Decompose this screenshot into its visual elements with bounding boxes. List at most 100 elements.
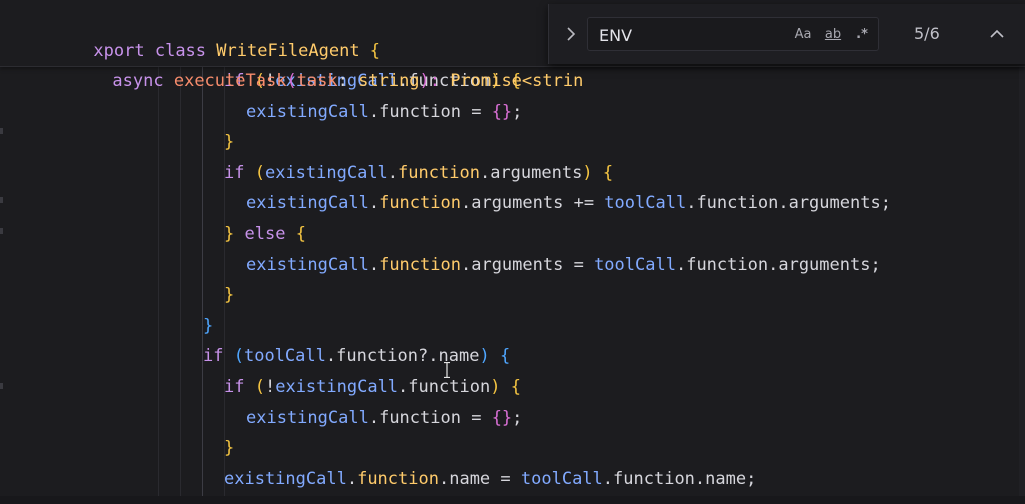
code-line[interactable]: existingCall.function.arguments = toolCa… (246, 250, 881, 281)
code-token: function (379, 193, 461, 214)
code-line[interactable]: existingCall.function = {}; (246, 97, 522, 128)
code-token: . (602, 468, 614, 489)
code-token: . (368, 193, 380, 214)
gutter-marker (0, 197, 3, 203)
sticky-line-class[interactable]: xport class WriteFileAgent { (32, 6, 380, 61)
code-token: { (499, 346, 511, 367)
code-token: existingCall (264, 162, 388, 183)
code-token: = (460, 101, 492, 122)
code-token: { (510, 377, 521, 397)
code-token: ) (582, 162, 593, 183)
code-token: . (387, 162, 399, 183)
sticky-line-method[interactable]: async executeTask(task: string): Promise… (51, 36, 583, 91)
code-line[interactable]: if (!existingCall.function) { (224, 372, 521, 403)
code-token: arguments (490, 162, 583, 183)
match-case-button[interactable]: Aa (793, 26, 813, 44)
code-line[interactable]: } else { (224, 219, 306, 250)
code-token: . (398, 377, 409, 397)
code-token: } (224, 285, 235, 306)
code-lines[interactable]: if (!existingCall.function) {existingCal… (0, 66, 1025, 504)
text-cursor-icon (444, 362, 450, 378)
code-token: ) (479, 346, 490, 367)
code-token: . (686, 193, 697, 214)
code-line[interactable]: existingCall.function.arguments += toolC… (246, 188, 891, 219)
code-token: function (379, 101, 461, 122)
whole-word-button[interactable]: ab (823, 26, 843, 44)
code-token: ; (870, 254, 881, 275)
code-token: . (438, 468, 450, 489)
code-token: } (224, 438, 235, 459)
code-token: = (490, 468, 521, 489)
code-token: . (778, 193, 789, 214)
code-token: toolCall (243, 346, 326, 367)
code-line[interactable]: } (224, 280, 234, 311)
code-line[interactable]: } (203, 311, 213, 342)
code-token: if (224, 377, 255, 397)
code-token: arguments (788, 193, 881, 214)
code-token: function (408, 377, 491, 397)
chevron-right-icon[interactable] (559, 22, 583, 46)
code-token: name (705, 468, 747, 489)
code-token: existingCall (246, 101, 369, 122)
code-line[interactable]: } (224, 127, 234, 158)
horizontal-scrollbar[interactable] (0, 496, 1025, 504)
code-token: toolCall (594, 254, 676, 275)
code-token: . (479, 162, 491, 183)
code-token: name (449, 468, 491, 489)
code-token: function (357, 468, 439, 489)
code-token: { (602, 162, 614, 183)
match-count: 5/6 (914, 24, 940, 43)
code-token: } (224, 224, 235, 244)
code-token: else (244, 224, 286, 244)
code-token: ; (512, 407, 523, 428)
code-token: ?. (418, 346, 439, 367)
code-token: existingCall (246, 193, 369, 214)
code-token: . (768, 254, 779, 275)
code-token: ( (233, 346, 244, 367)
code-token: arguments (778, 254, 871, 275)
code-token: ; (746, 468, 757, 489)
find-input-box[interactable]: Aa ab .* (587, 17, 879, 52)
keyword-async: async (112, 71, 174, 91)
type-promise: Promise (450, 71, 522, 91)
code-token: ( (254, 377, 265, 397)
code-token: function (686, 254, 769, 275)
code-token: ( (254, 162, 265, 183)
type-generic: <strin (521, 71, 584, 91)
code-token: function (379, 254, 461, 275)
code-editor[interactable]: xport class WriteFileAgent { async execu… (0, 0, 1025, 504)
code-line[interactable]: existingCall.function = {}; (246, 403, 522, 434)
find-input[interactable] (597, 18, 781, 52)
code-token: } (203, 315, 214, 336)
vertical-scrollbar[interactable] (1019, 66, 1025, 504)
paren-close: ): (419, 71, 451, 91)
type-string: string (358, 71, 420, 91)
code-token: existingCall (246, 254, 369, 275)
paren: ( (286, 71, 297, 91)
code-line[interactable]: } (224, 433, 234, 464)
code-token: . (675, 254, 687, 275)
code-line[interactable]: existingCall.function.name = toolCall.fu… (224, 464, 756, 495)
find-widget[interactable]: Aa ab .* 5/6 (548, 4, 1025, 64)
code-token: {} (491, 407, 513, 428)
regex-button[interactable]: .* (852, 26, 872, 44)
chevron-up-icon[interactable] (985, 22, 1009, 46)
code-token: . (325, 346, 337, 367)
code-token: . (368, 407, 380, 428)
code-token: existingCall (224, 468, 347, 489)
code-token: if (203, 346, 234, 367)
gutter-marker (0, 128, 3, 134)
code-token: arguments (471, 193, 564, 214)
code-line[interactable]: if (toolCall.function?.name) { (203, 341, 510, 372)
code-token: existingCall (246, 407, 369, 428)
code-token: . (460, 254, 472, 275)
code-token: ) (490, 377, 501, 397)
code-line[interactable]: if (existingCall.function.arguments) { (224, 158, 613, 189)
code-token: arguments (471, 254, 564, 275)
code-token: . (346, 468, 358, 489)
code-token: { (295, 224, 306, 244)
